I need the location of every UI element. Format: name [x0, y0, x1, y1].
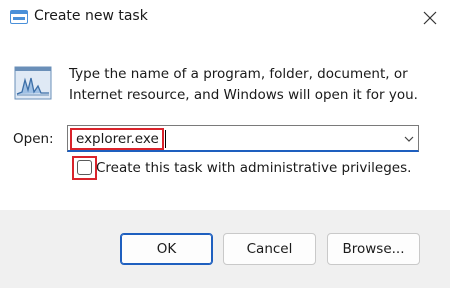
- open-input[interactable]: [70, 128, 164, 150]
- chevron-down-icon[interactable]: [402, 132, 416, 146]
- admin-privileges-checkbox[interactable]: [77, 160, 92, 175]
- close-icon: [423, 11, 437, 25]
- open-label: Open:: [13, 131, 54, 147]
- window-title: Create new task: [34, 8, 148, 24]
- title-bar: Create new task: [0, 0, 450, 38]
- browse-button[interactable]: Browse...: [327, 233, 420, 265]
- admin-privileges-label[interactable]: Create this task with administrative pri…: [96, 160, 411, 176]
- text-caret: [165, 130, 166, 148]
- run-dialog-icon: [10, 10, 28, 24]
- cancel-button[interactable]: Cancel: [223, 233, 316, 265]
- close-button[interactable]: [412, 2, 448, 34]
- description-line-1: Type the name of a program, folder, docu…: [69, 66, 408, 82]
- description-line-2: Internet resource, and Windows will open…: [69, 87, 418, 103]
- task-manager-icon: [14, 66, 52, 100]
- ok-button[interactable]: OK: [120, 233, 213, 265]
- open-combobox[interactable]: [67, 125, 419, 152]
- description: Type the name of a program, folder, docu…: [69, 64, 418, 106]
